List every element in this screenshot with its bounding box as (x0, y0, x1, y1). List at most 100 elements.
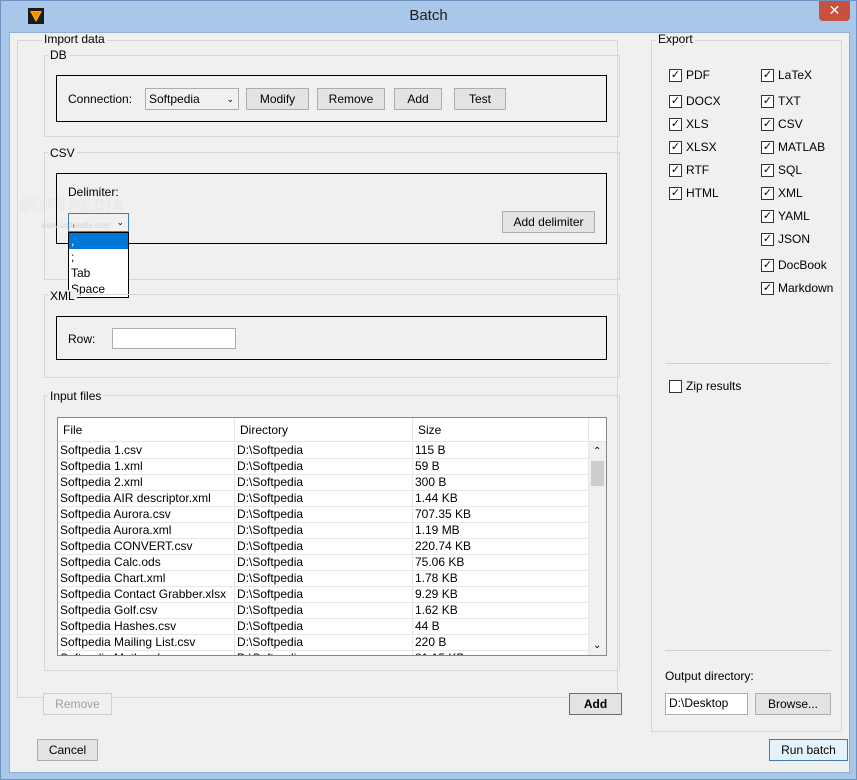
size-cell: 9.29 KB (413, 587, 589, 603)
zip-results-checkbox[interactable]: Zip results (669, 379, 741, 395)
connection-select[interactable]: Softpedia ⌄ (145, 88, 239, 110)
table-row[interactable]: Softpedia Contact Grabber.xlsx D:\Softped… (58, 587, 589, 603)
file-cell: Softpedia Calc.ods (58, 555, 235, 571)
delimiter-option[interactable]: ; (69, 249, 128, 265)
checkmark-icon[interactable]: ✓ (669, 164, 682, 178)
table-row[interactable]: Softpedia Aurora.csv D:\Softpedia 707.35 K… (58, 507, 589, 523)
table-row[interactable]: Softpedia Chart.xml D:\Softpedia 1.78 KB (58, 571, 589, 587)
checkmark-icon[interactable]: ✓ (761, 141, 774, 155)
checkmark-icon[interactable]: ✓ (669, 69, 682, 83)
table-row[interactable]: Softpedia Calc.ods D:\Softpedia 75.06 KB (58, 555, 589, 571)
directory-cell: D:\Softpedia (235, 539, 413, 555)
checkmark-icon[interactable]: ✓ (761, 164, 774, 178)
table-row[interactable]: Softpedia Mathcad...D:\Softpedia81.15 KB (58, 651, 589, 655)
file-cell: Softpedia 1.csv (58, 443, 235, 459)
export-format-checkbox[interactable]: ✓ RTF (669, 163, 709, 179)
table-row[interactable]: Softpedia CONVERT.csv D:\Softpedia 220.74 … (58, 539, 589, 555)
export-format-label: LaTeX (778, 68, 813, 82)
export-format-label: DocBook (778, 258, 827, 272)
checkmark-icon[interactable]: ✓ (761, 233, 774, 247)
checkmark-icon[interactable]: ✓ (669, 95, 682, 109)
export-format-checkbox[interactable]: ✓ DOCX (669, 94, 721, 110)
export-format-checkbox[interactable]: ✓ XML (761, 186, 803, 202)
directory-cell: D:\Softpedia (235, 507, 413, 523)
table-row[interactable]: Softpedia AIR descriptor.xml D:\Softpedia… (58, 491, 589, 507)
export-format-checkbox[interactable]: ✓ JSON (761, 232, 810, 248)
checkmark-icon[interactable]: ✓ (669, 141, 682, 155)
size-cell: 707.35 KB (413, 507, 589, 523)
table-row[interactable]: Softpedia Hashes.csv D:\Softpedia 44 B (58, 619, 589, 635)
file-cell: Softpedia Aurora.xml (58, 523, 235, 539)
column-header-size[interactable]: Size (413, 418, 589, 442)
add-file-button[interactable]: Add (569, 693, 622, 715)
size-cell: 220 B (413, 635, 589, 651)
vertical-scrollbar[interactable]: ⌃ ⌄ (589, 442, 606, 655)
checkmark-icon[interactable]: ✓ (761, 282, 774, 296)
output-directory-input[interactable]: D:\Desktop (665, 693, 748, 715)
size-cell: 1.44 KB (413, 491, 589, 507)
directory-cell: D:\Softpedia (235, 651, 413, 655)
delimiter-option[interactable]: , (69, 233, 128, 249)
row-input[interactable] (112, 328, 236, 349)
checkmark-icon[interactable]: ✓ (669, 118, 682, 132)
export-format-checkbox[interactable]: ✓ PDF (669, 68, 710, 84)
checkmark-icon[interactable]: ✓ (761, 210, 774, 224)
remove-file-button[interactable]: Remove (43, 693, 112, 715)
checkmark-icon[interactable]: ✓ (761, 118, 774, 132)
size-cell: 1.78 KB (413, 571, 589, 587)
add-connection-button[interactable]: Add (394, 88, 442, 110)
size-cell: 81.15 KB (413, 651, 589, 655)
remove-connection-button[interactable]: Remove (317, 88, 385, 110)
table-row[interactable]: Softpedia Golf.csv D:\Softpedia 1.62 KB (58, 603, 589, 619)
close-button[interactable]: ✕ (819, 1, 850, 21)
export-format-checkbox[interactable]: ✓ Markdown (761, 281, 833, 297)
add-delimiter-button[interactable]: Add delimiter (502, 211, 595, 233)
modify-button[interactable]: Modify (246, 88, 309, 110)
table-row[interactable]: Softpedia Aurora.xml D:\Softpedia 1.19 MB (58, 523, 589, 539)
export-format-checkbox[interactable]: ✓ YAML (761, 209, 810, 225)
export-format-label: MATLAB (778, 140, 826, 154)
column-header-file[interactable]: File (58, 418, 235, 442)
table-row[interactable]: Softpedia 1.csv D:\Softpedia 115 B (58, 443, 589, 459)
scroll-down-icon[interactable]: ⌄ (593, 640, 601, 651)
checkbox-box[interactable] (669, 380, 682, 394)
directory-cell: D:\Softpedia (235, 443, 413, 459)
directory-cell: D:\Softpedia (235, 587, 413, 603)
table-row[interactable]: Softpedia 1.xml D:\Softpedia 59 B (58, 459, 589, 475)
checkmark-icon[interactable]: ✓ (761, 95, 774, 109)
table-row[interactable]: Softpedia 2.xml D:\Softpedia 300 B (58, 475, 589, 491)
scrollbar-thumb[interactable] (591, 461, 604, 486)
export-format-checkbox[interactable]: ✓ LaTeX (761, 68, 812, 84)
export-format-checkbox[interactable]: ✓ DocBook (761, 258, 827, 274)
export-format-checkbox[interactable]: ✓ TXT (761, 94, 801, 110)
export-format-checkbox[interactable]: ✓ MATLAB (761, 140, 825, 156)
export-format-label: XLSX (686, 140, 717, 154)
import-data-label: Import data (42, 32, 107, 46)
batch-window: Batch ✕ Import data DB Connection: Softp… (0, 0, 857, 780)
export-format-checkbox[interactable]: ✓ XLS (669, 117, 709, 133)
export-format-checkbox[interactable]: ✓ SQL (761, 163, 802, 179)
table-row[interactable]: Softpedia Mailing List.csv D:\Softpedia 22… (58, 635, 589, 651)
row-label: Row: (68, 332, 96, 346)
checkmark-icon[interactable]: ✓ (761, 187, 774, 201)
run-batch-button[interactable]: Run batch (769, 739, 848, 761)
export-format-checkbox[interactable]: ✓ XLSX (669, 140, 717, 156)
directory-cell: D:\Softpedia (235, 635, 413, 651)
cancel-button[interactable]: Cancel (37, 739, 98, 761)
file-cell: Softpedia Golf.csv (58, 603, 235, 619)
delimiter-option[interactable]: Tab (69, 265, 128, 281)
size-cell: 1.62 KB (413, 603, 589, 619)
browse-button[interactable]: Browse... (755, 693, 831, 715)
test-button[interactable]: Test (454, 88, 506, 110)
export-format-checkbox[interactable]: ✓ CSV (761, 117, 803, 133)
column-header-directory[interactable]: Directory (235, 418, 413, 442)
checkmark-icon[interactable]: ✓ (761, 69, 774, 83)
scroll-up-icon[interactable]: ⌃ (593, 446, 601, 457)
export-format-checkbox[interactable]: ✓ HTML (669, 186, 719, 202)
checkmark-icon[interactable]: ✓ (761, 259, 774, 273)
table-header: File Directory Size (58, 418, 606, 442)
checkmark-icon[interactable]: ✓ (669, 187, 682, 201)
title-bar[interactable]: Batch ✕ (1, 1, 856, 32)
file-cell: Softpedia Chart.xml (58, 571, 235, 587)
xml-label: XML (48, 289, 77, 303)
